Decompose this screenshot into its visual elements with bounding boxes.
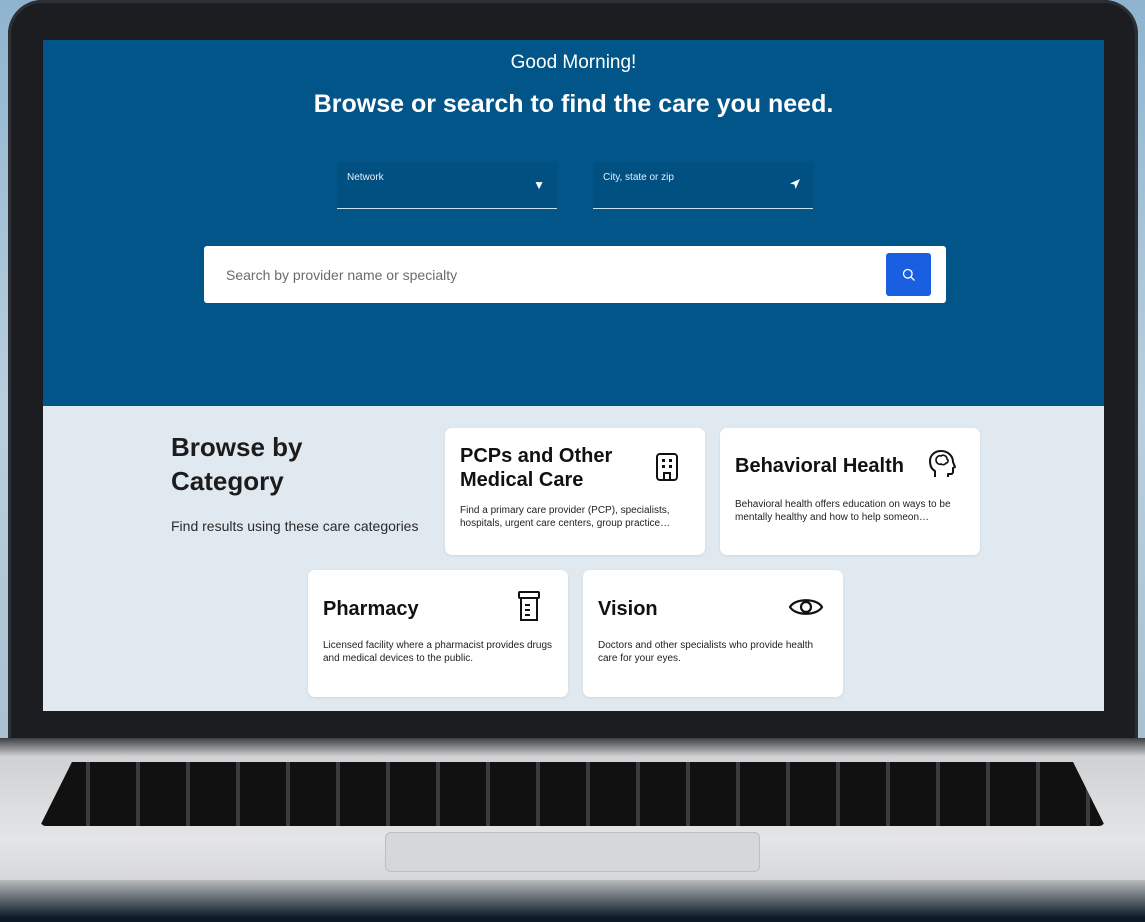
page-headline: Browse or search to find the care you ne… — [313, 90, 834, 118]
brain-head-icon — [926, 448, 958, 485]
category-card-pharmacy[interactable]: Pharmacy Licensed facility where a pharm… — [308, 570, 568, 697]
pill-bottle-icon — [517, 590, 541, 627]
category-title: PCPs and Other Medical Care — [460, 445, 613, 491]
search-icon — [902, 268, 915, 281]
location-arrow-icon[interactable] — [789, 178, 801, 193]
building-icon — [655, 452, 679, 487]
search-input[interactable] — [204, 246, 874, 303]
category-description: Behavioral health offers education on wa… — [735, 499, 951, 523]
laptop-trackpad — [385, 832, 760, 872]
search-bar — [204, 246, 946, 303]
app-screen: Good Morning! Browse or search to find t… — [43, 40, 1104, 711]
category-description: Licensed facility where a pharmacist pro… — [323, 640, 552, 664]
category-title: Behavioral Health — [735, 455, 904, 477]
eye-icon — [788, 594, 824, 625]
category-card-vision[interactable]: Vision Doctors and other specialists who… — [583, 570, 843, 697]
category-card-behavioral-health[interactable]: Behavioral Health Behavioral health offe… — [720, 428, 980, 555]
category-description: Find a primary care provider (PCP), spec… — [460, 505, 671, 529]
network-dropdown[interactable]: Network ▼ — [337, 162, 557, 209]
browse-subtitle: Find results using these care categories — [171, 518, 419, 534]
search-button[interactable] — [886, 253, 931, 296]
hero-banner: Good Morning! Browse or search to find t… — [43, 40, 1104, 406]
location-label: City, state or zip — [603, 172, 674, 183]
laptop-keyboard — [40, 762, 1105, 826]
greeting-text: Good Morning! — [510, 52, 637, 73]
category-card-pcp[interactable]: PCPs and Other Medical Care Find a prima… — [445, 428, 705, 555]
category-description: Doctors and other specialists who provid… — [598, 640, 814, 664]
category-title: Pharmacy — [323, 598, 419, 620]
caret-down-icon: ▼ — [533, 178, 545, 192]
browse-title: Browse by Category — [171, 432, 303, 496]
location-field[interactable]: City, state or zip — [593, 162, 813, 209]
category-title: Vision — [598, 598, 658, 620]
laptop-base-edge — [0, 880, 1145, 922]
network-label: Network — [347, 172, 384, 183]
